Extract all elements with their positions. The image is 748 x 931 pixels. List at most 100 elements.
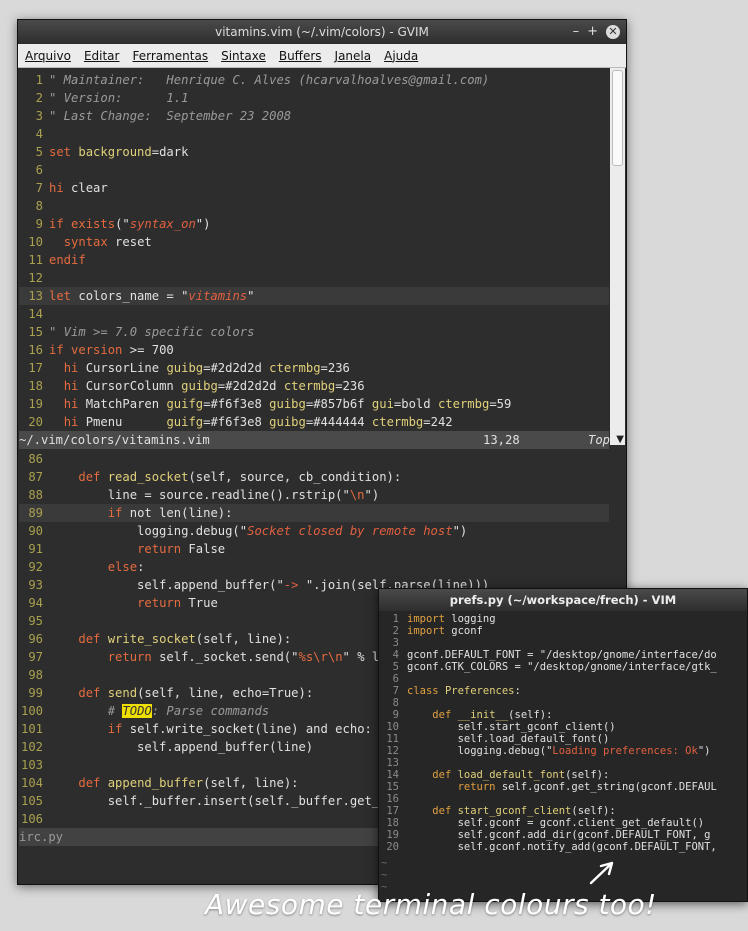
arrow-icon <box>589 861 614 885</box>
line-number: 90 <box>28 524 43 538</box>
minimize-icon[interactable]: – <box>573 25 580 39</box>
line-number: 104 <box>20 776 43 790</box>
line-text: " Maintainer: Henrique C. Alves (hcarval… <box>49 73 490 87</box>
line-text: self.load_default_font() <box>407 733 610 745</box>
code-line[interactable]: 87 def read_socket(self, source, cb_cond… <box>19 468 609 486</box>
code-line[interactable]: 3 " Last Change: September 23 2008 <box>19 107 609 125</box>
line-number: 10 <box>386 721 399 733</box>
line-text: self._buffer.insert(self._buffer.get_en <box>49 794 394 808</box>
menu-janela[interactable]: Janela <box>328 49 378 63</box>
code-line[interactable]: 12 logging.debug("Loading preferences: O… <box>379 745 747 757</box>
code-line[interactable]: 19 self.gconf.add_dir(gconf.DEFAULT_FONT… <box>379 829 747 841</box>
code-line[interactable]: 6 <box>379 673 747 685</box>
line-number: 9 <box>35 217 43 231</box>
line-text: logging.debug("Loading preferences: Ok") <box>407 745 711 757</box>
code-line[interactable]: 10 self.start_gconf_client() <box>379 721 747 733</box>
line-text: if not len(line): <box>107 506 233 520</box>
gvim-titlebar[interactable]: vitamins.vim (~/.vim/colors) - GVIM – + … <box>18 20 626 44</box>
line-text: def append_buffer(self, line): <box>78 776 299 790</box>
menu-ferramentas[interactable]: Ferramentas <box>125 49 214 63</box>
code-line[interactable]: 11 endif <box>19 251 609 269</box>
line-number: 102 <box>20 740 43 754</box>
code-line[interactable]: 2 " Version: 1.1 <box>19 89 609 107</box>
code-line[interactable]: 4 gconf.DEFAULT_FONT = "/desktop/gnome/in… <box>379 649 747 661</box>
line-number: 88 <box>28 488 43 502</box>
menu-ajuda[interactable]: Ajuda <box>377 49 424 63</box>
code-line[interactable]: 14 def load_default_font(self): <box>379 769 747 781</box>
menu-editar[interactable]: Editar <box>77 49 126 63</box>
scrollbar[interactable] <box>610 68 625 445</box>
code-line[interactable]: 12 <box>19 269 609 287</box>
line-text: logging.debug("Socket closed by remote h… <box>49 524 468 538</box>
code-line[interactable]: 89 if not len(line): <box>19 504 609 522</box>
maximize-icon[interactable]: + <box>587 25 598 39</box>
line-text: # TODO: Parse commands <box>107 704 270 718</box>
close-icon[interactable]: ✕ <box>606 25 620 39</box>
code-line[interactable]: 9 def __init__(self): <box>379 709 747 721</box>
scroll-down-icon[interactable]: ▼ <box>616 434 624 445</box>
code-line[interactable]: 20 hi Pmenu guifg=#f6f3e8 guibg=#444444 … <box>19 413 609 431</box>
code-line[interactable]: 10 syntax reset <box>19 233 609 251</box>
code-line[interactable]: 13 let colors_name = "vitamins" <box>19 287 609 305</box>
code-line[interactable]: 4 <box>19 125 609 143</box>
line-text: def read_socket(self, source, cb_conditi… <box>78 470 402 484</box>
menu-sintaxe[interactable]: Sintaxe <box>214 49 272 63</box>
line-number: 6 <box>35 163 43 177</box>
code-line[interactable]: 90 logging.debug("Socket closed by remot… <box>19 522 609 540</box>
code-line[interactable]: 8 <box>19 197 609 215</box>
code-line[interactable]: 1 " Maintainer: Henrique C. Alves (hcarva… <box>19 71 609 89</box>
code-line[interactable]: 7 class Preferences: <box>379 685 747 697</box>
code-line[interactable]: 5 set background=dark <box>19 143 609 161</box>
line-number: 94 <box>28 596 43 610</box>
code-line[interactable]: 17 def start_gconf_client(self): <box>379 805 747 817</box>
code-line[interactable]: 92 else: <box>19 558 609 576</box>
menu-buffers[interactable]: Buffers <box>272 49 328 63</box>
line-text: line = source.readline().rstrip("\n") <box>49 488 380 502</box>
line-number: 14 <box>28 307 43 321</box>
code-line[interactable]: 18 self.gconf = gconf.client_get_default… <box>379 817 747 829</box>
code-line[interactable]: 3 <box>379 637 747 649</box>
line-text: hi clear <box>49 181 108 195</box>
code-line[interactable]: 91 return False <box>19 540 609 558</box>
code-line[interactable]: 15 " Vim >= 7.0 specific colors <box>19 323 609 341</box>
code-line[interactable]: 11 self.load_default_font() <box>379 733 747 745</box>
code-line[interactable]: 17 hi CursorLine guibg=#2d2d2d ctermbg=2… <box>19 359 609 377</box>
code-line[interactable]: 19 hi MatchParen guifg=#f6f3e8 guibg=#85… <box>19 395 609 413</box>
code-line[interactable]: 15 return self.gconf.get_string(gconf.DE… <box>379 781 747 793</box>
vim-editor-pane[interactable]: 1 import logging 2 import gconf 3 4 gconf.DEFA… <box>379 611 747 853</box>
code-line[interactable]: 20 self.gconf.notify_add(gconf.DEFAULT_F… <box>379 841 747 853</box>
code-line[interactable]: 16 if version >= 700 <box>19 341 609 359</box>
line-number: 100 <box>20 704 43 718</box>
code-line[interactable]: 86 <box>19 450 609 468</box>
line-text: if exists("syntax_on") <box>49 217 211 231</box>
line-number: 17 <box>28 361 43 375</box>
line-number: 89 <box>28 506 43 520</box>
line-text: " Vim >= 7.0 specific colors <box>49 325 255 339</box>
code-line[interactable]: 88 line = source.readline().rstrip("\n") <box>19 486 609 504</box>
line-text: self.gconf.notify_add(gconf.DEFAULT_FONT… <box>407 841 717 853</box>
code-line[interactable]: 18 hi CursorColumn guibg=#2d2d2d ctermbg… <box>19 377 609 395</box>
code-line[interactable]: 6 <box>19 161 609 179</box>
line-text: return self._socket.send("%s\r\n" % line… <box>107 650 409 664</box>
vim-titlebar[interactable]: prefs.py (~/workspace/frech) - VIM <box>379 589 747 611</box>
line-text: def load_default_font(self): <box>432 769 610 781</box>
line-number: 106 <box>20 812 43 826</box>
menu-arquivo[interactable]: Arquivo <box>18 49 77 63</box>
code-line[interactable]: 14 <box>19 305 609 323</box>
code-line[interactable]: 16 <box>379 793 747 805</box>
code-line[interactable]: 5 gconf.GTK_COLORS = "/desktop/gnome/inte… <box>379 661 747 673</box>
line-number: 13 <box>386 757 399 769</box>
code-line[interactable]: 13 <box>379 757 747 769</box>
code-line[interactable]: 7 hi clear <box>19 179 609 197</box>
code-line[interactable]: 8 <box>379 697 747 709</box>
scrollbar-thumb[interactable] <box>612 70 623 166</box>
line-number: 13 <box>28 289 43 303</box>
line-number: 1 <box>392 613 399 625</box>
code-line[interactable]: 2 import gconf <box>379 625 747 637</box>
line-number: 2 <box>35 91 43 105</box>
code-line[interactable]: 9 if exists("syntax_on") <box>19 215 609 233</box>
line-text: hi CursorLine guibg=#2d2d2d ctermbg=236 <box>63 361 350 375</box>
code-line[interactable]: 1 import logging <box>379 613 747 625</box>
line-text: if version >= 700 <box>49 343 174 357</box>
top-editor-pane[interactable]: 1 " Maintainer: Henrique C. Alves (hcarva… <box>19 71 609 431</box>
